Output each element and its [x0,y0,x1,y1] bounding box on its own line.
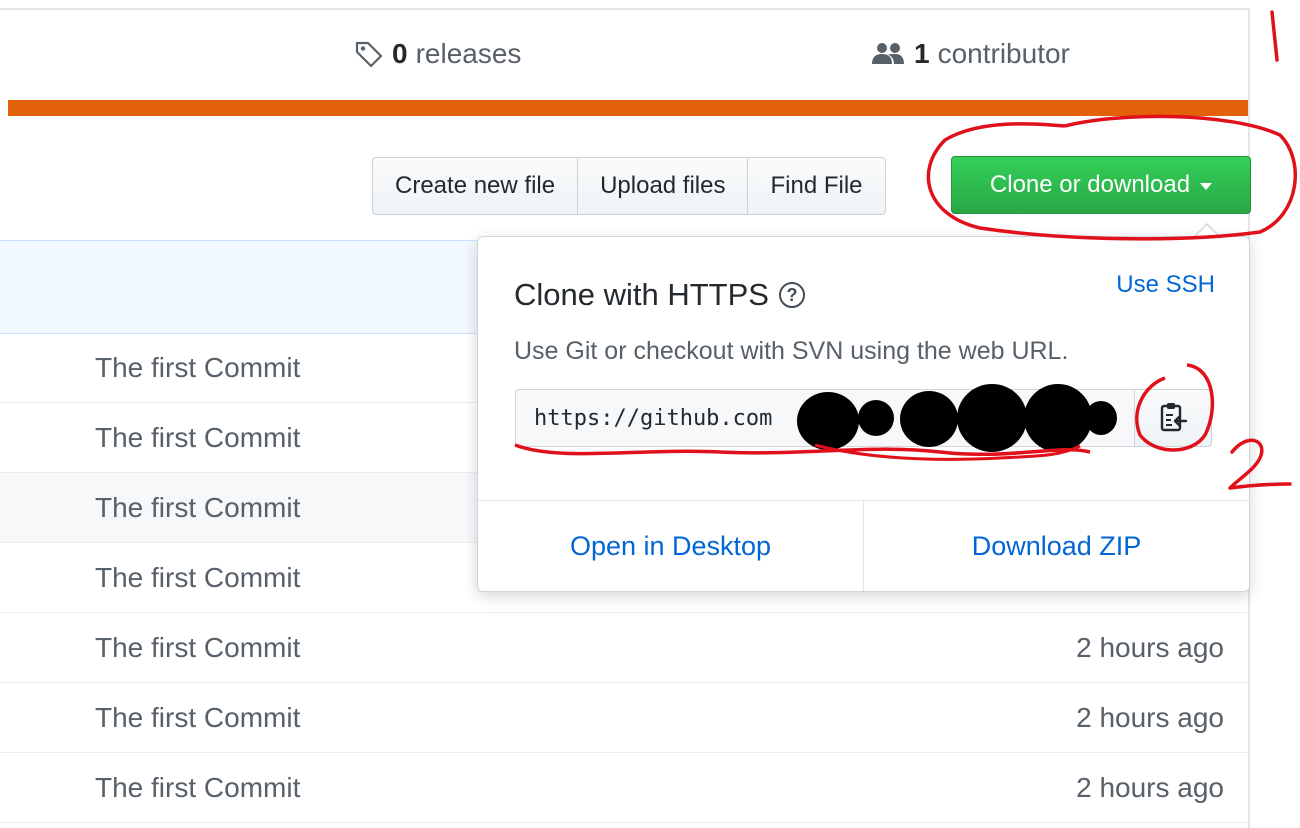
people-icon [872,43,904,64]
contributors-link[interactable]: 1 contributor [870,38,1070,70]
find-file-button[interactable]: Find File [748,157,886,215]
commit-age: 2 hours ago [1076,702,1224,733]
clone-description: Use Git or checkout with SVN using the w… [514,337,1069,365]
commit-age: 2 hours ago [1076,632,1224,663]
table-row: The first Commit 2 hours ago [0,753,1248,823]
redaction-blot [1085,401,1117,435]
commit-message-link[interactable]: The first Commit [95,352,300,384]
repo-summary: 0 releases 1 contributor [0,10,1248,100]
redaction-blot [957,384,1027,452]
clipboard-icon [1160,403,1188,432]
clone-popup-footer: Open in Desktop Download ZIP [478,500,1249,591]
contributors-label: contributor [937,38,1070,69]
caret-down-icon [1200,182,1213,190]
table-row: The first Commit 2 hours ago [0,683,1248,753]
upload-files-button[interactable]: Upload files [578,157,749,215]
commit-message-link[interactable]: The first Commit [95,562,300,594]
redaction-blot [858,400,894,436]
commit-message-link[interactable]: The first Commit [95,772,300,804]
redaction-blot [797,392,859,450]
redaction-blot [1024,384,1092,452]
contributors-count: 1 [914,38,930,69]
clone-popup-title: Clone with HTTPS ? [514,277,805,313]
commit-age: 2 hours ago [1076,772,1224,803]
open-in-desktop-button[interactable]: Open in Desktop [478,501,863,591]
annotation-mark-1 [1270,10,1279,62]
create-new-file-button[interactable]: Create new file [372,157,579,215]
commit-message-link[interactable]: The first Commit [95,702,300,734]
releases-count: 0 [392,38,408,69]
clone-title-text: Clone with HTTPS [514,277,769,312]
clone-or-download-label: Clone or download [989,171,1191,198]
tag-icon [355,41,383,68]
commit-message-link[interactable]: The first Commit [95,492,300,524]
commit-message-link[interactable]: The first Commit [95,632,300,664]
use-ssh-link[interactable]: Use SSH [1116,271,1215,299]
table-row: The first Commit 2 hours ago [0,613,1248,683]
language-bar [8,100,1248,116]
file-toolbar: Create new file Upload files Find File [372,157,886,215]
clone-or-download-button[interactable]: Clone or download [951,156,1251,214]
copy-url-button[interactable] [1135,389,1212,447]
releases-label: releases [415,38,522,69]
releases-link[interactable]: 0 releases [354,38,521,70]
download-zip-button[interactable]: Download ZIP [863,501,1249,591]
question-circle-icon[interactable]: ? [778,282,805,308]
commit-message-link[interactable]: The first Commit [95,422,300,454]
redaction-blot [900,391,958,447]
